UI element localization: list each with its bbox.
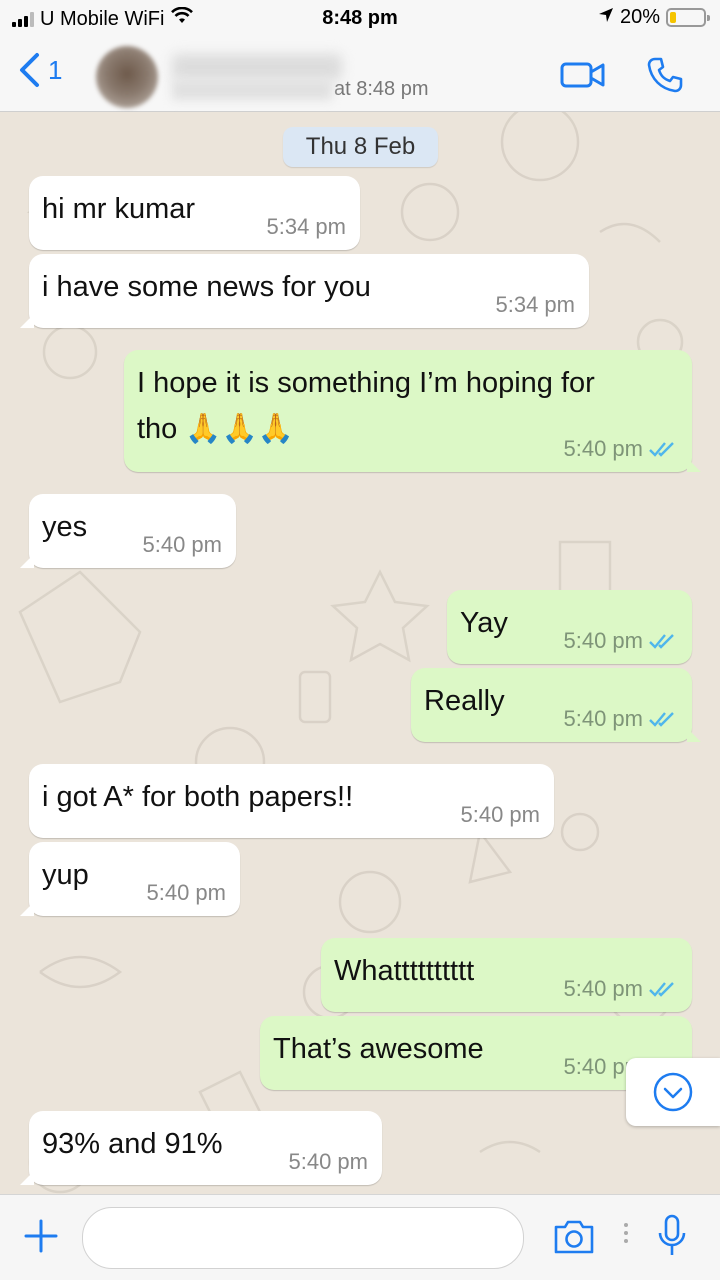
contact-status: at 8:48 pm — [172, 78, 429, 101]
message-time: 5:40 pm — [146, 880, 227, 905]
message-outgoing[interactable]: Really 5:40 pm — [411, 668, 701, 742]
microphone-icon — [658, 1214, 686, 1255]
voice-message-button[interactable] — [656, 1213, 688, 1264]
message-meta: 5:40 pm — [143, 532, 223, 558]
chat-area[interactable]: Thu 8 Feb hi mr kumar 5:34 pm i have som… — [0, 112, 720, 1194]
read-ticks-icon — [649, 712, 674, 727]
scroll-to-bottom-button[interactable] — [626, 1058, 720, 1126]
camera-button[interactable] — [552, 1217, 596, 1262]
bubble-tail — [20, 314, 34, 328]
video-call-button[interactable] — [560, 61, 606, 89]
plus-icon — [24, 1219, 58, 1253]
read-ticks-icon — [649, 442, 674, 457]
message-incoming[interactable]: yes 5:40 pm — [20, 494, 236, 568]
camera-icon — [554, 1220, 594, 1254]
message-incoming[interactable]: hi mr kumar 5:34 pm — [29, 176, 360, 250]
contact-name-redacted[interactable] — [172, 54, 342, 80]
message-text: 93% and 91% — [42, 1128, 223, 1160]
last-seen-text: at 8:48 pm — [334, 78, 429, 100]
message-line: I hope it is something I’m hoping for — [137, 367, 595, 399]
message-text: Really — [424, 685, 505, 717]
back-button[interactable]: 1 — [18, 52, 62, 88]
attach-button[interactable] — [22, 1217, 60, 1260]
bubble-tail — [20, 1171, 34, 1185]
message-input[interactable] — [82, 1207, 524, 1269]
message-text: yup — [42, 859, 89, 891]
message-incoming[interactable]: i have some news for you 5:34 pm — [20, 254, 589, 328]
message-text: That’s awesome — [273, 1033, 484, 1065]
message-text: hi mr kumar — [42, 193, 196, 225]
separator-dots — [622, 1219, 630, 1252]
composer-bar — [0, 1194, 720, 1280]
message-outgoing[interactable]: I hope it is something I’m hoping for th… — [124, 350, 701, 472]
message-incoming[interactable]: i got A* for both papers!! 5:40 pm — [29, 764, 554, 838]
bubble-tail — [687, 728, 701, 742]
message-meta: 5:40 pm — [564, 976, 679, 1002]
message-meta: 5:40 pm — [289, 1149, 369, 1175]
message-meta: 5:34 pm — [267, 214, 347, 240]
scroll-down-icon — [653, 1072, 693, 1112]
message-time: 5:40 pm — [563, 976, 644, 1001]
message-meta: 5:40 pm — [564, 706, 679, 732]
bubble-tail — [20, 554, 34, 568]
message-meta: 5:40 pm — [564, 436, 679, 462]
date-separator: Thu 8 Feb — [283, 127, 438, 167]
message-text: Yay — [460, 607, 508, 639]
message-outgoing[interactable]: Yay 5:40 pm — [447, 590, 692, 664]
message-text: yes — [42, 511, 88, 543]
message-time: 5:40 pm — [288, 1149, 369, 1174]
status-bar: U Mobile WiFi 8:48 pm 20% — [0, 0, 720, 38]
battery-icon — [666, 8, 710, 27]
header-actions — [560, 56, 684, 94]
read-ticks-icon — [649, 982, 674, 997]
contact-avatar[interactable] — [96, 46, 158, 108]
message-incoming[interactable]: 93% and 91% 5:40 pm — [20, 1111, 382, 1185]
message-line: tho 🙏🙏🙏 — [137, 413, 294, 445]
message-meta: 5:40 pm — [461, 802, 541, 828]
status-right: 20% — [598, 6, 710, 29]
message-time: 5:40 pm — [142, 532, 223, 557]
message-time: 5:40 pm — [460, 802, 541, 827]
bubble-tail — [20, 902, 34, 916]
message-outgoing[interactable]: Whatttttttttt 5:40 pm — [321, 938, 692, 1012]
message-text: i have some news for you — [42, 271, 371, 303]
video-call-icon — [560, 62, 605, 88]
message-text: Whatttttttttt — [334, 955, 475, 987]
phone-icon — [647, 57, 683, 93]
message-meta: 5:34 pm — [496, 292, 576, 318]
message-time: 5:34 pm — [266, 214, 347, 239]
back-unread-count: 1 — [48, 54, 63, 85]
message-text: I hope it is something I’m hoping for th… — [137, 360, 595, 452]
voice-call-button[interactable] — [646, 56, 684, 94]
bubble-tail — [687, 458, 701, 472]
battery-percent: 20% — [619, 6, 660, 28]
message-time: 5:40 pm — [563, 706, 644, 731]
message-meta: 5:40 pm — [564, 628, 679, 654]
message-time: 5:40 pm — [563, 436, 644, 461]
chat-header: 1 at 8:48 pm — [0, 38, 720, 112]
location-arrow-icon — [598, 6, 614, 29]
message-incoming[interactable]: yup 5:40 pm — [20, 842, 240, 916]
read-ticks-icon — [649, 634, 674, 649]
message-time: 5:40 pm — [563, 628, 644, 653]
back-chevron-icon — [20, 53, 39, 87]
message-time: 5:34 pm — [495, 292, 576, 317]
battery-fill — [670, 12, 676, 23]
message-meta: 5:40 pm — [147, 880, 227, 906]
message-text: i got A* for both papers!! — [42, 781, 354, 813]
